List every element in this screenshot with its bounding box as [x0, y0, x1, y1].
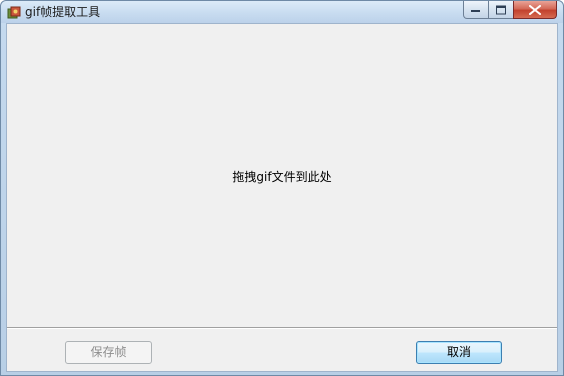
window-title: gif帧提取工具: [25, 5, 101, 19]
title-bar[interactable]: gif帧提取工具: [1, 1, 563, 23]
caption-buttons: [463, 1, 557, 21]
close-icon: [529, 4, 541, 15]
cancel-button[interactable]: 取消: [416, 341, 502, 364]
app-window: gif帧提取工具 拖拽gif文件到此处 保存帧 取消: [0, 0, 564, 376]
maximize-icon: [496, 5, 506, 14]
drop-hint-text: 拖拽gif文件到此处: [232, 170, 332, 184]
minimize-icon: [471, 9, 480, 12]
footer-divider: [7, 327, 557, 329]
save-frames-button[interactable]: 保存帧: [65, 341, 152, 364]
maximize-button[interactable]: [488, 1, 514, 19]
minimize-button[interactable]: [463, 1, 489, 19]
app-icon: [7, 5, 21, 19]
close-button[interactable]: [513, 1, 557, 19]
gif-drop-zone[interactable]: 拖拽gif文件到此处: [7, 24, 557, 326]
client-area: 拖拽gif文件到此处 保存帧 取消: [6, 23, 558, 372]
